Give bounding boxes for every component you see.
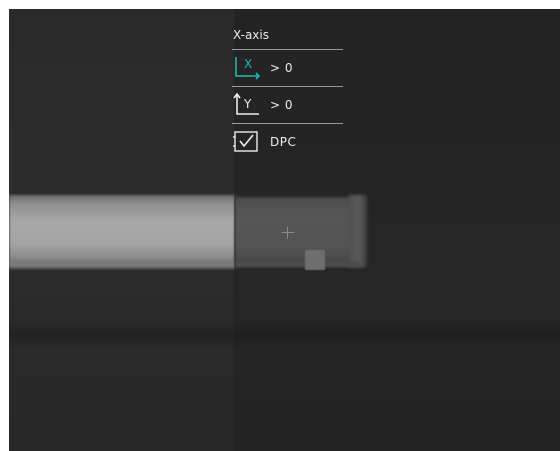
y-axis-icon: Y (233, 91, 261, 119)
thermal-bar-right-end (349, 195, 367, 267)
checkbox-icon (233, 128, 261, 156)
x-axis-letter: X (244, 57, 252, 71)
y-axis-letter: Y (243, 97, 252, 111)
menu-item-dpc[interactable]: DPC (232, 124, 342, 160)
axis-menu: X-axis X > 0 Y > 0 DPC (232, 25, 343, 160)
menu-item-y-axis[interactable]: Y > 0 (232, 87, 342, 123)
menu-item-x-axis[interactable]: X > 0 (232, 50, 342, 86)
thermal-bar-right (235, 197, 364, 267)
thermal-bar-right-lip (235, 261, 360, 267)
lower-shadow-band (9, 319, 560, 349)
thermal-bar-left (9, 195, 235, 269)
reference-marker (305, 250, 325, 270)
crosshair-icon (282, 227, 294, 239)
dpc-label: DPC (270, 135, 297, 149)
x-axis-icon: X (233, 54, 261, 82)
y-axis-value: > 0 (270, 98, 294, 112)
menu-title: X-axis (233, 28, 269, 42)
x-axis-value: > 0 (270, 61, 294, 75)
thermal-bar-left-lip (9, 261, 235, 267)
